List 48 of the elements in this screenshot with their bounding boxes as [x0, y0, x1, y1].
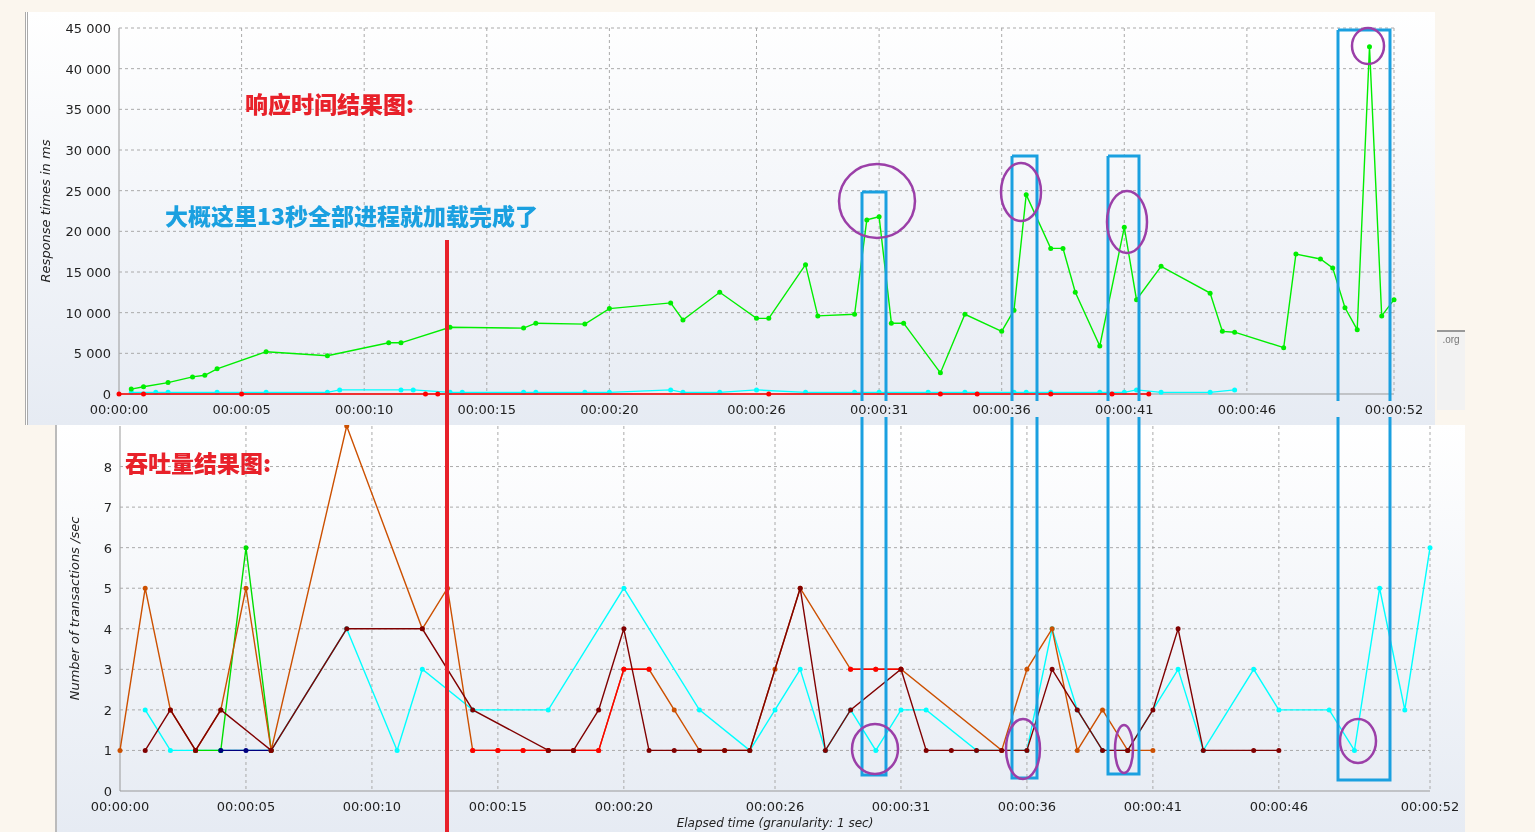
x-tick-label: 00:00:26 [727, 402, 786, 417]
y-tick-label: 15 000 [65, 265, 111, 280]
y-tick-label: 45 000 [65, 21, 111, 36]
x-tick-label: 00:00:15 [457, 402, 516, 417]
x-tick-label: 00:00:15 [468, 799, 528, 814]
x-tick-label: 00:00:20 [594, 799, 654, 814]
x-tick-label: 00:00:10 [342, 799, 402, 814]
y-tick-label: 2 [103, 702, 112, 718]
x-tick-label: 00:00:52 [1400, 799, 1460, 814]
annotation-heading: 吞吐量结果图: [125, 445, 272, 480]
y-axis-title: Response times in ms [38, 139, 53, 283]
y-tick-label: 5 000 [73, 346, 111, 362]
y-tick-label: 5 [103, 581, 112, 597]
x-tick-label: 00:00:46 [1217, 402, 1277, 417]
x-tick-label: 00:00:00 [90, 799, 150, 814]
y-tick-label: 3 [103, 662, 112, 678]
y-tick-label: 35 000 [65, 102, 111, 118]
panel-label: .org [1442, 333, 1460, 347]
x-axis-title: Elapsed time (granularity: 1 sec) [676, 816, 874, 830]
x-tick-label: 00:00:26 [745, 799, 805, 814]
x-tick-label: 00:00:36 [997, 799, 1057, 814]
y-tick-label: 0 [103, 784, 112, 799]
annotation-heading: 响应时间结果图: [245, 86, 415, 121]
x-tick-label: 00:00:20 [580, 402, 639, 417]
annotation-note: 大概这里13秒全部进程就加载完成了 [165, 198, 538, 233]
x-tick-label: 00:00:46 [1249, 799, 1309, 814]
y-tick-label: 40 000 [65, 61, 111, 77]
y-tick-label: 1 [103, 743, 112, 759]
y-tick-label: 20 000 [65, 224, 111, 240]
x-tick-label: 00:00:41 [1123, 799, 1183, 814]
y-tick-label: 7 [103, 500, 112, 516]
y-tick-label: 6 [103, 540, 112, 556]
y-tick-label: 25 000 [65, 183, 111, 199]
x-tick-label: 00:00:52 [1364, 402, 1424, 417]
y-tick-label: 8 [103, 459, 112, 475]
x-tick-label: 00:00:00 [89, 402, 149, 417]
x-tick-label: 00:00:05 [212, 402, 271, 417]
x-tick-label: 00:00:31 [849, 402, 909, 417]
x-tick-label: 00:00:10 [335, 402, 394, 417]
y-tick-label: 4 [103, 621, 112, 637]
x-tick-label: 00:00:36 [972, 402, 1031, 417]
y-tick-label: 0 [102, 387, 111, 402]
x-tick-label: 00:00:41 [1095, 402, 1154, 417]
y-tick-label: 10 000 [65, 305, 111, 321]
x-tick-label: 00:00:31 [871, 799, 931, 814]
y-tick-label: 30 000 [65, 143, 111, 158]
y-axis-title: Number of transactions /sec [67, 516, 82, 701]
x-tick-label: 00:00:05 [216, 799, 276, 814]
